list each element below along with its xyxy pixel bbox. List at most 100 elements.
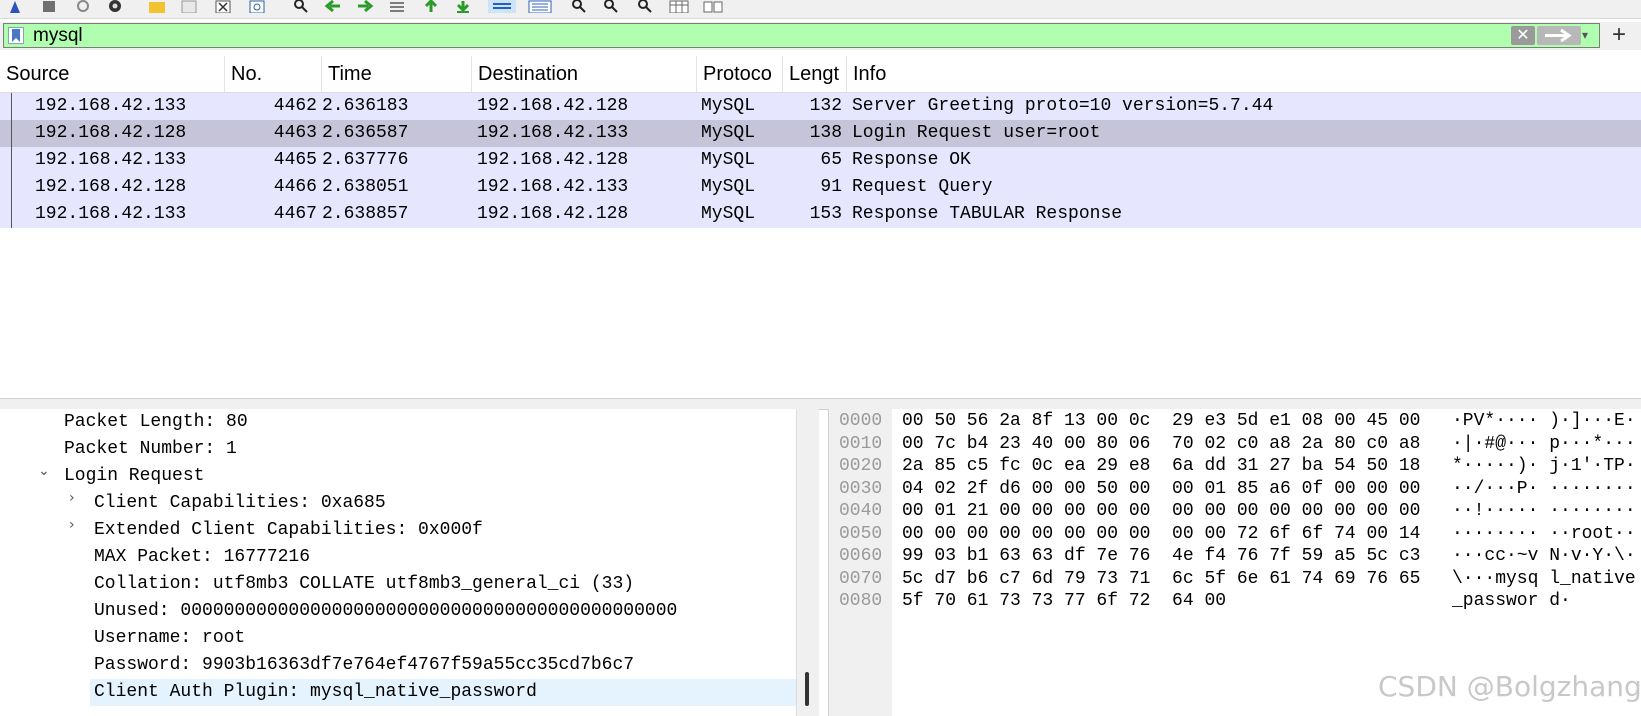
hex-ascii[interactable]: ·|·#@··· p···*··· xyxy=(1452,433,1636,456)
hex-ascii[interactable]: \···mysq l_native xyxy=(1452,568,1636,591)
open-file-icon[interactable] xyxy=(148,0,166,13)
hex-bytes[interactable]: 00 01 21 00 00 00 00 00 00 00 00 00 00 0… xyxy=(902,500,1420,523)
column-header-destination[interactable]: Destination xyxy=(472,56,697,92)
column-header-info[interactable]: Info xyxy=(847,56,1641,92)
packet-row[interactable]: 192.168.42.133 4462 2.636183 192.168.42.… xyxy=(0,93,1641,120)
colorize-icon[interactable] xyxy=(526,0,554,13)
bookmark-icon[interactable] xyxy=(8,27,24,44)
auto-scroll-icon[interactable] xyxy=(488,0,516,13)
find-packet-icon[interactable] xyxy=(292,0,310,13)
hex-bytes[interactable]: 00 7c b4 23 40 00 80 06 70 02 c0 a8 2a 8… xyxy=(902,433,1420,456)
close-file-icon[interactable] xyxy=(214,0,232,13)
shark-fin-icon[interactable] xyxy=(6,0,24,13)
hex-ascii[interactable]: _passwor d· xyxy=(1452,590,1571,613)
tree-item[interactable]: Collation: utf8mb3 COLLATE utf8mb3_gener… xyxy=(94,571,634,598)
watermark: CSDN @Bolgzhang xyxy=(1378,670,1641,703)
tree-item[interactable]: Unused: 00000000000000000000000000000000… xyxy=(94,598,677,625)
hex-offset: 0070 xyxy=(839,569,883,589)
conversation-marker xyxy=(11,120,12,147)
cell-length: 65 xyxy=(820,150,842,170)
display-filter-box: ✕ ▾ xyxy=(3,23,1600,48)
cell-length: 91 xyxy=(820,177,842,197)
hex-ascii[interactable]: ··!····· ········ xyxy=(1452,500,1636,523)
hex-offset: 0060 xyxy=(839,546,883,566)
hex-bytes[interactable]: 00 00 00 00 00 00 00 00 00 00 72 6f 6f 7… xyxy=(902,523,1420,546)
conversation-marker xyxy=(11,147,12,174)
hex-bytes[interactable]: 2a 85 c5 fc 0c ea 29 e8 6a dd 31 27 ba 5… xyxy=(902,455,1420,478)
packet-row[interactable]: 192.168.42.128 4466 2.638051 192.168.42.… xyxy=(0,174,1641,201)
chevron-down-icon[interactable]: ⌄ xyxy=(38,463,54,490)
hex-offset: 0040 xyxy=(839,501,883,521)
resize-columns-icon[interactable] xyxy=(668,0,690,13)
hex-ascii[interactable]: ···cc·~v N·v·Y·\· xyxy=(1452,545,1636,568)
column-header-source[interactable]: Source xyxy=(0,56,225,92)
restart-capture-icon[interactable] xyxy=(74,0,92,13)
column-header-length[interactable]: Lengt xyxy=(783,56,847,92)
tree-item[interactable]: Password: 9903b16363df7e764ef4767f59a55c… xyxy=(94,652,634,679)
capture-options-icon[interactable] xyxy=(106,0,124,13)
conversation-marker xyxy=(11,201,12,228)
tree-item[interactable]: Login Request xyxy=(64,463,204,490)
cell-protocol: MySQL xyxy=(701,150,756,170)
cell-info: Request Query xyxy=(852,177,993,197)
packet-details-tree: Packet Length: 80 Packet Number: 1 ⌄ Log… xyxy=(0,409,818,716)
hex-offset: 0020 xyxy=(839,456,883,476)
tree-item[interactable]: Username: root xyxy=(94,625,245,652)
tree-item-selected[interactable]: Client Auth Plugin: mysql_native_passwor… xyxy=(90,679,796,706)
tree-item[interactable]: Packet Length: 80 xyxy=(64,409,248,436)
tree-item[interactable]: Extended Client Capabilities: 0x000f xyxy=(94,517,483,544)
stop-capture-icon[interactable] xyxy=(40,0,58,13)
chevron-right-icon[interactable]: › xyxy=(69,490,85,517)
cell-protocol: MySQL xyxy=(701,123,756,143)
tree-item[interactable]: Packet Number: 1 xyxy=(64,436,237,463)
cell-time: 2.636183 xyxy=(322,96,409,116)
cell-time: 2.636587 xyxy=(322,123,409,143)
cell-info: Server Greeting proto=10 version=5.7.44 xyxy=(852,96,1274,116)
hex-offset: 0000 xyxy=(839,411,883,431)
hex-bytes[interactable]: 00 50 56 2a 8f 13 00 0c 29 e3 5d e1 08 0… xyxy=(902,410,1420,433)
hex-ascii[interactable]: *·····)· j·1'·TP· xyxy=(1452,455,1636,478)
packet-row[interactable]: 192.168.42.133 4465 2.637776 192.168.42.… xyxy=(0,147,1641,174)
zoom-in-icon[interactable] xyxy=(570,0,588,13)
cell-time: 2.637776 xyxy=(322,150,409,170)
hex-ascii[interactable]: ········ ··root·· xyxy=(1452,523,1636,546)
details-scrollbar[interactable] xyxy=(796,409,819,716)
chevron-right-icon[interactable]: › xyxy=(69,517,85,544)
tree-item[interactable]: Client Capabilities: 0xa685 xyxy=(94,490,386,517)
column-header-protocol[interactable]: Protoco xyxy=(697,56,783,92)
add-filter-button-icon[interactable]: + xyxy=(1607,22,1631,48)
hex-bytes[interactable]: 99 03 b1 63 63 df 7e 76 4e f4 76 7f 59 a… xyxy=(902,545,1420,568)
reload-file-icon[interactable] xyxy=(248,0,266,13)
zoom-out-icon[interactable] xyxy=(602,0,620,13)
save-file-icon[interactable] xyxy=(180,0,198,13)
packet-row-selected[interactable]: 192.168.42.128 4463 2.636587 192.168.42.… xyxy=(0,120,1641,147)
last-packet-icon[interactable] xyxy=(454,0,472,13)
cell-destination: 192.168.42.128 xyxy=(477,96,629,116)
display-filter-input[interactable] xyxy=(33,24,1503,47)
cell-source: 192.168.42.128 xyxy=(35,177,187,197)
column-header-time[interactable]: Time xyxy=(322,56,472,92)
tree-item[interactable]: MAX Packet: 16777216 xyxy=(94,544,310,571)
go-to-packet-icon[interactable] xyxy=(388,0,406,13)
cell-source: 192.168.42.128 xyxy=(35,123,187,143)
column-header-no[interactable]: No. xyxy=(225,56,322,92)
hex-bytes[interactable]: 04 02 2f d6 00 00 50 00 00 01 85 a6 0f 0… xyxy=(902,478,1420,501)
hex-offset: 0080 xyxy=(839,591,883,611)
clear-filter-icon[interactable]: ✕ xyxy=(1511,26,1535,45)
cell-protocol: MySQL xyxy=(701,177,756,197)
apply-filter-icon[interactable] xyxy=(1537,26,1581,45)
first-packet-icon[interactable] xyxy=(422,0,440,13)
hex-bytes[interactable]: 5c d7 b6 c7 6d 79 73 71 6c 5f 6e 61 74 6… xyxy=(902,568,1420,591)
packet-row[interactable]: 192.168.42.133 4467 2.638857 192.168.42.… xyxy=(0,201,1641,228)
normal-size-icon[interactable] xyxy=(636,0,654,13)
go-forward-icon[interactable] xyxy=(356,0,374,13)
conversation-marker xyxy=(11,93,12,120)
hex-offset: 0050 xyxy=(839,524,883,544)
hex-ascii[interactable]: ··/···P· ········ xyxy=(1452,478,1636,501)
hex-ascii[interactable]: ·PV*···· )·]···E· xyxy=(1452,410,1636,433)
split-view-icon[interactable] xyxy=(702,0,724,13)
go-back-icon[interactable] xyxy=(324,0,342,13)
hex-bytes[interactable]: 5f 70 61 73 73 77 6f 72 64 00 xyxy=(902,590,1226,613)
scrollbar-thumb[interactable] xyxy=(805,672,809,706)
chevron-down-icon[interactable]: ▾ xyxy=(1582,28,1596,44)
